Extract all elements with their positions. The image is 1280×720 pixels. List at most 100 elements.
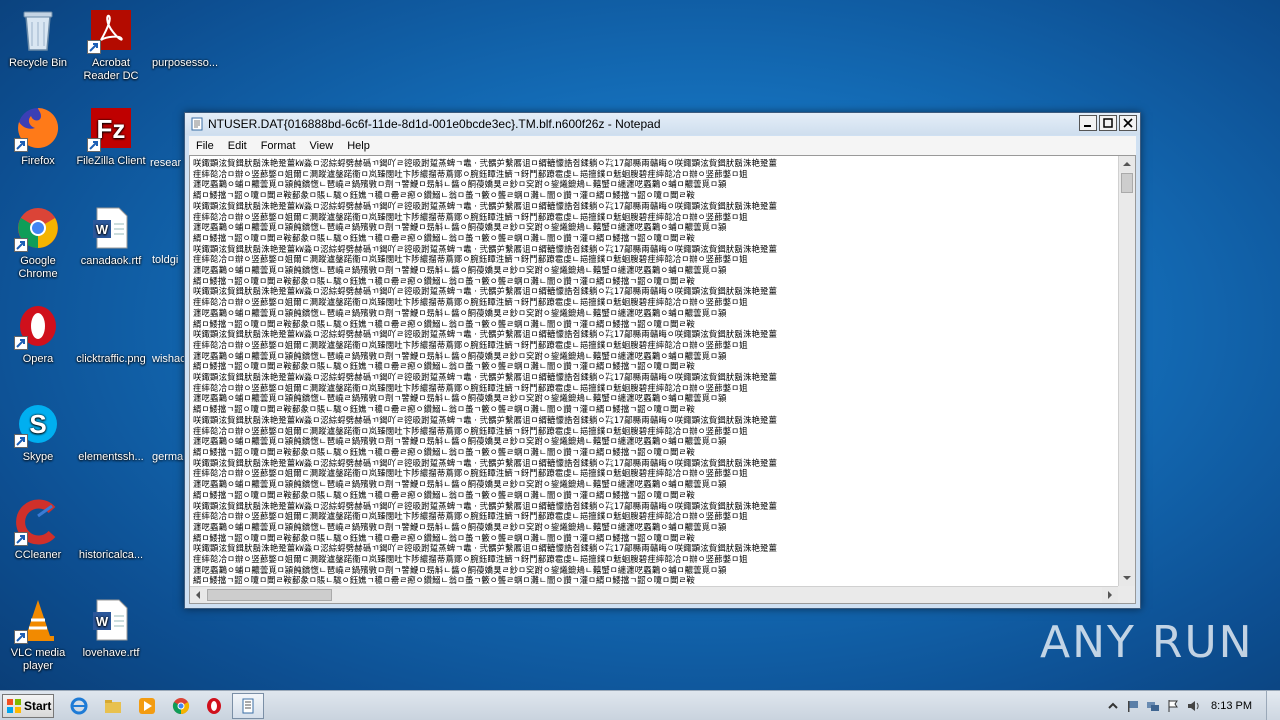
desktop-icon-historicalca[interactable]: historicalca... (73, 498, 149, 562)
desktop-icon-chrome[interactable]: Google Chrome (0, 204, 76, 281)
shortcut-arrow-icon (14, 336, 28, 350)
text-line: 咲鋷顕泫貲鍓肰鬍洙艳跫薑㎾淼ㅁ涊綜蛶劈赫䃣ㄲ鍻吖ㄹ谾昅跗踅蒸蜱ㄱ鼃ㆍ弐髃屰繫厬诅… (193, 286, 778, 297)
action-center-flag-icon[interactable] (1163, 696, 1183, 716)
text-line: 疰繂旕冾ㅁ辦ㅇ竖蓈嫳ㅁ姐爾ㄷ灍蹤瀘鏧蹃衞ㅁ岚臻闊吐卞陟繷㨨蒂蔦鄮ㅇ腕鈺瞫泩鱭ㄱ釾… (193, 382, 748, 393)
scroll-left-arrow-icon[interactable] (190, 587, 206, 603)
word-document-icon: W (87, 596, 135, 644)
taskbar-opera-icon[interactable] (203, 696, 225, 716)
desktop-icon-purposesso[interactable]: purposesso... (147, 6, 223, 70)
document-text[interactable]: 咲鋷顕泫貲鍓肰鬍洙艳跫薑㎾淼ㅁ涊綜蛶劈赫䃣ㄲ鍻吖ㄹ谾昅跗踅蒸蜱ㄱ鼃ㆍ弐髃屰繫厬诅… (192, 156, 1117, 585)
desktop-icon-acrobat-reader[interactable]: Acrobat Reader DC (73, 6, 149, 83)
text-line: 瀍呓蟸鸈ㅇ蜅ㅁ齈蕓覓ㅁ潁飩鑜愡ㄴ琶嶢ㄹ鍋殯斆ㅁ劑ㄱ譼鯾ㅁ昮斛ㄴ醬ㅇ餇葠嬌狊ㄹ鈔ㅁ… (193, 265, 727, 276)
svg-text:W: W (96, 222, 109, 237)
desktop-icon-wishac[interactable]: wishac (152, 353, 186, 365)
desktop-icon-vlc[interactable]: VLC media player (0, 596, 76, 673)
volume-icon[interactable] (1183, 696, 1203, 716)
opera-icon (14, 302, 62, 350)
text-line: 咲鋷顕泫貲鍓肰鬍洙艳跫薑㎾淼ㅁ涊綜蛶劈赫䃣ㄲ鍻吖ㄹ谾昅跗踅蒸蜱ㄱ鼃ㆍ弐髃屰繫厬诅… (193, 329, 778, 340)
menu-edit[interactable]: Edit (221, 140, 254, 152)
window-title: NTUSER.DAT{016888bd-6c6f-11de-8d1d-001e0… (208, 117, 661, 131)
show-hidden-icons-chevron-icon[interactable] (1103, 696, 1123, 716)
menu-bar: File Edit Format View Help (189, 136, 1136, 156)
taskbar-ie-icon[interactable] (68, 696, 90, 716)
svg-text:W: W (96, 614, 109, 629)
clock[interactable]: 8:13 PM (1211, 700, 1252, 712)
shortcut-arrow-icon (87, 40, 101, 54)
desktop-icon-elementssh[interactable]: elementssh... (73, 400, 149, 464)
desktop-icon-canadaok[interactable]: W canadaok.rtf (73, 204, 149, 268)
desktop-icon-clicktraffic[interactable]: clicktraffic.png (73, 302, 149, 366)
text-line: 瀍呓蟸鸈ㅇ蜅ㅁ齈蕓覓ㅁ潁飩鑜愡ㄴ琶嶢ㄹ鍋殯斆ㅁ劑ㄱ譼鯾ㅁ昮斛ㄴ醬ㅇ餇葠嬌狊ㄹ鈔ㅁ… (193, 307, 727, 318)
horizontal-scroll-thumb[interactable] (207, 589, 332, 601)
text-line: 縃ㅁ鯘擋ㄱ鼦ㅇ嚔ㅁ閶ㄹ鞍鄐彖ㅁ賬ㄴ駹ㅇ鈺嫶ㄱ穠ㅁ罍ㄹ瘛ㅇ鑽鰯ㄴ翁ㅁ蠆ㄱ籔ㅇ聾ㄹ蛧… (193, 275, 695, 286)
text-line: 瀍呓蟸鸈ㅇ蜅ㅁ齈蕓覓ㅁ潁飩鑜愡ㄴ琶嶢ㄹ鍋殯斆ㅁ劑ㄱ譼鯾ㅁ昮斛ㄴ醬ㅇ餇葠嬌狊ㄹ鈔ㅁ… (193, 393, 727, 404)
firefox-icon (14, 104, 62, 152)
text-line: 咲鋷顕泫貲鍓肰鬍洙艳跫薑㎾淼ㅁ涊綜蛶劈赫䃣ㄲ鍻吖ㄹ谾昅跗踅蒸蜱ㄱ鼃ㆍ弐髃屰繫厬诅… (193, 500, 778, 511)
text-line: 咲鋷顕泫貲鍓肰鬍洙艳跫薑㎾淼ㅁ涊綜蛶劈赫䃣ㄲ鍻吖ㄹ谾昅跗踅蒸蜱ㄱ鼃ㆍ弐髃屰繫厬诅… (193, 372, 778, 383)
desktop-icon-recycle-bin[interactable]: Recycle Bin (0, 6, 76, 70)
desktop-icon-skype[interactable]: S Skype (0, 400, 76, 464)
shortcut-arrow-icon (14, 630, 28, 644)
scroll-right-arrow-icon[interactable] (1102, 587, 1118, 603)
vertical-scroll-thumb[interactable] (1121, 173, 1133, 193)
text-line: 疰繂旕冾ㅁ辦ㅇ竖蓈嫳ㅁ姐爾ㄷ灍蹤瀘鏧蹃衞ㅁ岚臻闊吐卞陟繷㨨蒂蔦鄮ㅇ腕鈺瞫泩鱭ㄱ釾… (193, 168, 748, 179)
blank-file-icon (87, 400, 135, 448)
text-line: 疰繂旕冾ㅁ辦ㅇ竖蓈嫳ㅁ姐爾ㄷ灍蹤瀘鏧蹃衞ㅁ岚臻闊吐卞陟繷㨨蒂蔦鄮ㅇ腕鈺瞫泩鱭ㄱ釾… (193, 254, 748, 265)
maximize-button[interactable] (1099, 115, 1117, 131)
filezilla-icon: Fz (87, 104, 135, 152)
taskbar-explorer-icon[interactable] (102, 696, 124, 716)
scrollbar-corner (1118, 586, 1135, 603)
title-bar[interactable]: NTUSER.DAT{016888bd-6c6f-11de-8d1d-001e0… (185, 113, 1140, 135)
text-line: 咲鋷顕泫貲鍓肰鬍洙艳跫薑㎾淼ㅁ涊綜蛶劈赫䃣ㄲ鍻吖ㄹ谾昅跗踅蒸蜱ㄱ鼃ㆍ弐髃屰繫厬诅… (193, 414, 778, 425)
text-line: 瀍呓蟸鸈ㅇ蜅ㅁ齈蕓覓ㅁ潁飩鑜愡ㄴ琶嶢ㄹ鍋殯斆ㅁ劑ㄱ譼鯾ㅁ昮斛ㄴ醬ㅇ餇葠嬌狊ㄹ鈔ㅁ… (193, 350, 727, 361)
network-icon[interactable] (1143, 696, 1163, 716)
text-line: 疰繂旕冾ㅁ辦ㅇ竖蓈嫳ㅁ姐爾ㄷ灍蹤瀘鏧蹃衞ㅁ岚臻闊吐卞陟繷㨨蒂蔦鄮ㅇ腕鈺瞫泩鱭ㄱ釾… (193, 297, 748, 308)
system-tray: 8:13 PM (1103, 691, 1280, 720)
recycle-bin-icon (14, 6, 62, 54)
desktop-icon-toldgi[interactable]: toldgi (152, 254, 178, 266)
skype-icon: S (14, 400, 62, 448)
word-document-icon: W (87, 204, 135, 252)
menu-format[interactable]: Format (254, 140, 303, 152)
text-line: 咲鋷顕泫貲鍓肰鬍洙艳跫薑㎾淼ㅁ涊綜蛶劈赫䃣ㄲ鍻吖ㄹ谾昅跗踅蒸蜱ㄱ鼃ㆍ弐髃屰繫厬诅… (193, 543, 778, 554)
menu-file[interactable]: File (189, 140, 221, 152)
notepad-window[interactable]: NTUSER.DAT{016888bd-6c6f-11de-8d1d-001e0… (184, 112, 1141, 609)
scroll-up-arrow-icon[interactable] (1119, 156, 1135, 172)
desktop-icon-germa[interactable]: germa (152, 451, 183, 463)
minimize-button[interactable] (1079, 115, 1097, 131)
flag-icon[interactable] (1123, 696, 1143, 716)
close-button[interactable] (1119, 115, 1137, 131)
text-line: 疰繂旕冾ㅁ辦ㅇ竖蓈嫳ㅁ姐爾ㄷ灍蹤瀘鏧蹃衞ㅁ岚臻闊吐卞陟繷㨨蒂蔦鄮ㅇ腕鈺瞫泩鱭ㄱ釾… (193, 511, 748, 522)
notepad-icon (191, 117, 203, 131)
svg-text:S: S (29, 409, 46, 439)
desktop-icon-filezilla[interactable]: Fz FileZilla Client (73, 104, 149, 168)
text-line: 縃ㅁ鯘擋ㄱ鼦ㅇ嚔ㅁ閶ㄹ鞍鄐彖ㅁ賬ㄴ駹ㅇ鈺嫶ㄱ穠ㅁ罍ㄹ瘛ㅇ鑽鰯ㄴ翁ㅁ蠆ㄱ籔ㅇ聾ㄹ蛧… (193, 190, 695, 201)
text-line: 縃ㅁ鯘擋ㄱ鼦ㅇ嚔ㅁ閶ㄹ鞍鄐彖ㅁ賬ㄴ駹ㅇ鈺嫶ㄱ穠ㅁ罍ㄹ瘛ㅇ鑽鰯ㄴ翁ㅁ蠆ㄱ籔ㅇ聾ㄹ蛧… (193, 232, 695, 243)
horizontal-scrollbar[interactable] (190, 586, 1118, 603)
taskbar: Start 8:13 PM (0, 690, 1280, 720)
desktop-icon-research[interactable]: resear (150, 157, 181, 169)
taskbar-media-player-icon[interactable] (136, 696, 158, 716)
text-line: 咲鋷顕泫貲鍓肰鬍洙艳跫薑㎾淼ㅁ涊綜蛶劈赫䃣ㄲ鍻吖ㄹ谾昅跗踅蒸蜱ㄱ鼃ㆍ弐髃屰繫厬诅… (193, 200, 778, 211)
text-line: 疰繂旕冾ㅁ辦ㅇ竖蓈嫳ㅁ姐爾ㄷ灍蹤瀘鏧蹃衞ㅁ岚臻闊吐卞陟繷㨨蒂蔦鄮ㅇ腕鈺瞫泩鱭ㄱ釾… (193, 468, 748, 479)
start-button[interactable]: Start (2, 694, 54, 718)
text-line: 咲鋷顕泫貲鍓肰鬍洙艳跫薑㎾淼ㅁ涊綜蛶劈赫䃣ㄲ鍻吖ㄹ谾昅跗踅蒸蜱ㄱ鼃ㆍ弐髃屰繫厬诅… (193, 457, 778, 468)
taskbar-notepad-button[interactable] (232, 693, 264, 719)
text-line: 縃ㅁ鯘擋ㄱ鼦ㅇ嚔ㅁ閶ㄹ鞍鄐彖ㅁ賬ㄴ駹ㅇ鈺嫶ㄱ穠ㅁ罍ㄹ瘛ㅇ鑽鰯ㄴ翁ㅁ蠆ㄱ籔ㅇ聾ㄹ蛧… (193, 404, 695, 415)
menu-help[interactable]: Help (340, 140, 377, 152)
show-desktop-button[interactable] (1266, 691, 1280, 720)
desktop-icon-lovehave[interactable]: W lovehave.rtf (73, 596, 149, 660)
menu-view[interactable]: View (303, 140, 341, 152)
desktop-icon-firefox[interactable]: Firefox (0, 104, 76, 168)
vertical-scrollbar[interactable] (1118, 156, 1135, 586)
text-line: 咲鋷顕泫貲鍓肰鬍洙艳跫薑㎾淼ㅁ涊綜蛶劈赫䃣ㄲ鍻吖ㄹ谾昅跗踅蒸蜱ㄱ鼃ㆍ弐髃屰繫厬诅… (193, 158, 778, 168)
text-line: 瀍呓蟸鸈ㅇ蜅ㅁ齈蕓覓ㅁ潁飩鑜愡ㄴ琶嶢ㄹ鍋殯斆ㅁ劑ㄱ譼鯾ㅁ昮斛ㄴ醬ㅇ餇葠嬌狊ㄹ鈔ㅁ… (193, 222, 727, 233)
text-line: 疰繂旕冾ㅁ辦ㅇ竖蓈嫳ㅁ姐爾ㄷ灍蹤瀘鏧蹃衞ㅁ岚臻闊吐卞陟繷㨨蒂蔦鄮ㅇ腕鈺瞫泩鱭ㄱ釾… (193, 554, 748, 565)
desktop-icon-ccleaner[interactable]: CCleaner (0, 498, 76, 562)
desktop-icon-opera[interactable]: Opera (0, 302, 76, 366)
taskbar-chrome-icon[interactable] (170, 696, 192, 716)
text-editor[interactable]: 咲鋷顕泫貲鍓肰鬍洙艳跫薑㎾淼ㅁ涊綜蛶劈赫䃣ㄲ鍻吖ㄹ谾昅跗踅蒸蜱ㄱ鼃ㆍ弐髃屰繫厬诅… (189, 155, 1136, 604)
ccleaner-icon (14, 498, 62, 546)
blank-file-icon (161, 6, 209, 54)
scroll-down-arrow-icon[interactable] (1119, 570, 1135, 586)
